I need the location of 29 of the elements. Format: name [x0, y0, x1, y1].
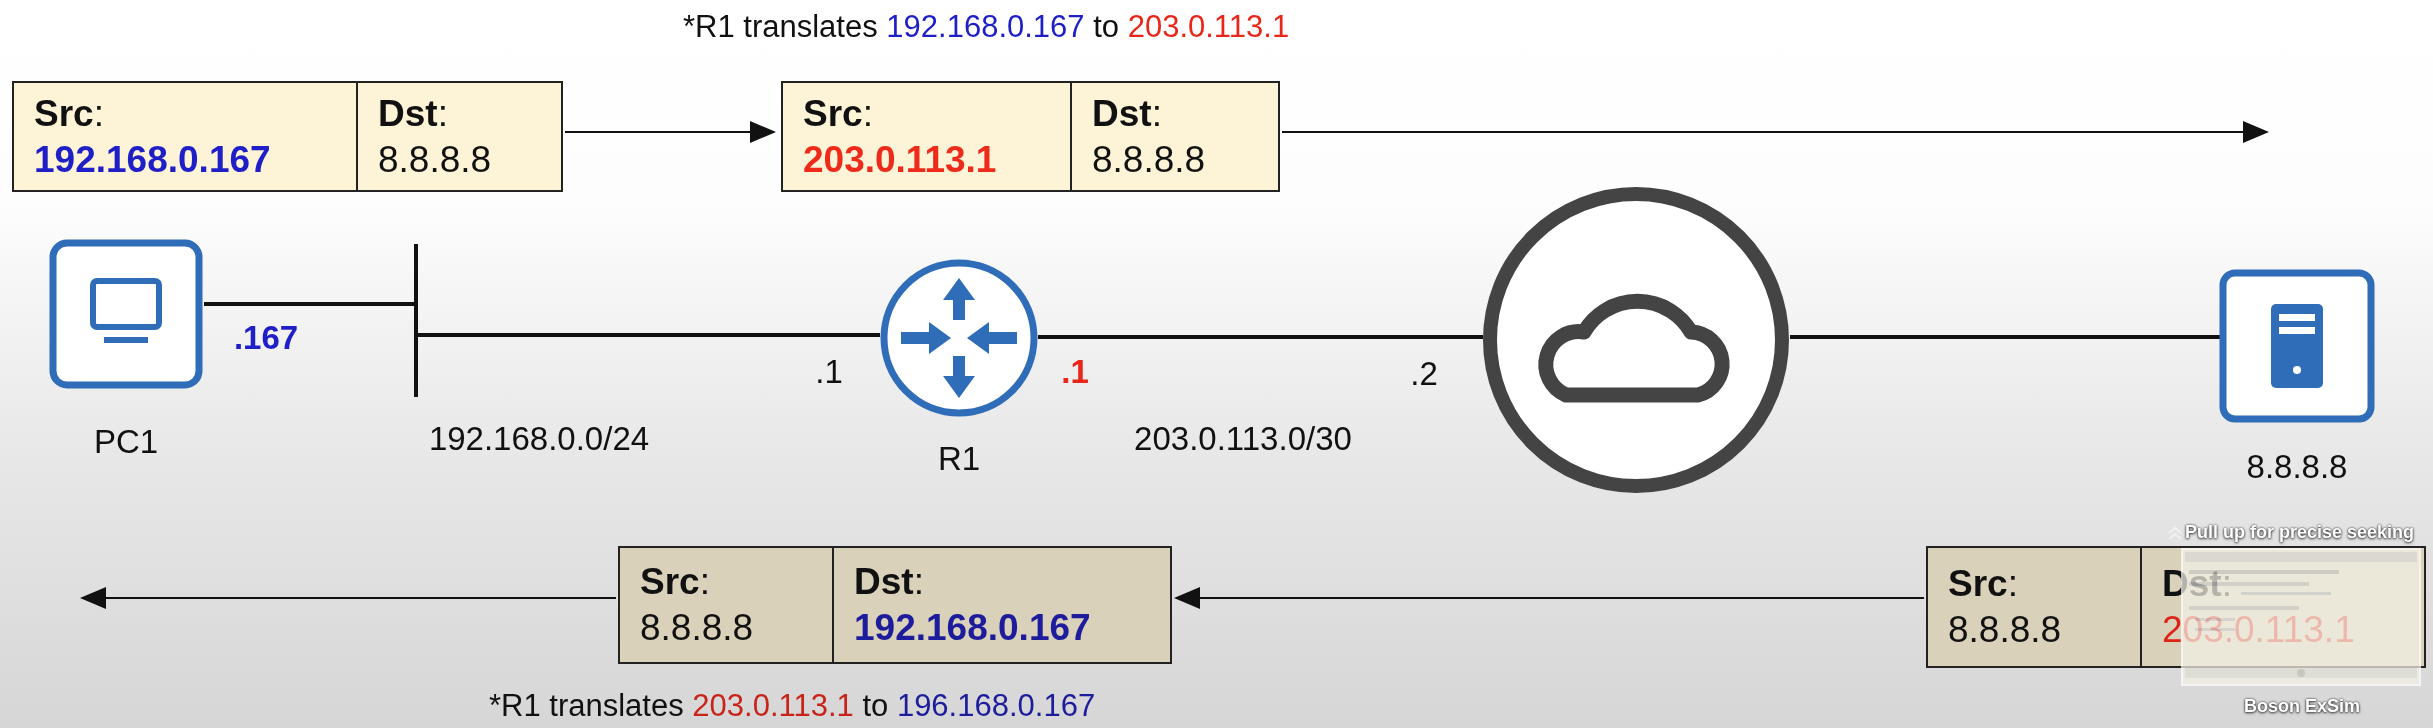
- node-label: PC1: [93, 423, 159, 461]
- address-value: 8.8.8.8: [640, 606, 755, 650]
- interface-label: .2: [1410, 355, 1438, 393]
- address-value: 8.8.8.8: [378, 137, 493, 182]
- address-value: 203.0.113.1: [2162, 608, 2356, 652]
- translation-note: *R1 translates 203.0.113.1 to 196.168.0.167: [489, 688, 1096, 724]
- field-label: Dst:: [378, 91, 449, 136]
- address-value: 8.8.8.8: [1092, 137, 1207, 182]
- field-label: Dst:: [2162, 562, 2233, 606]
- address-value: 8.8.8.8: [1948, 608, 2063, 652]
- address-value: 203.0.113.1: [803, 137, 998, 182]
- video-title: Boson ExSim: [2244, 696, 2361, 717]
- node-label: 8.8.8.8: [2246, 448, 2348, 486]
- translation-note: *R1 translates 192.168.0.167 to 203.0.113.1: [683, 9, 1290, 45]
- interface-label: .167: [233, 319, 299, 357]
- field-label: Src:: [34, 91, 105, 136]
- field-label: Src:: [803, 91, 874, 136]
- address-value: 192.168.0.167: [34, 137, 272, 182]
- field-label: Src:: [1948, 562, 2019, 606]
- subnet-label: 203.0.113.0/30: [1134, 420, 1352, 458]
- seek-hint: Pull up for precise seeking: [2185, 522, 2415, 543]
- address-value: 192.168.0.167: [854, 606, 1092, 650]
- interface-label: .1: [815, 353, 843, 391]
- interface-label: .1: [1061, 353, 1089, 391]
- subnet-label: 192.168.0.0/24: [428, 420, 650, 458]
- field-label: Dst:: [854, 560, 925, 604]
- field-label: Src:: [640, 560, 711, 604]
- field-label: Dst:: [1092, 91, 1163, 136]
- node-label: R1: [937, 440, 981, 478]
